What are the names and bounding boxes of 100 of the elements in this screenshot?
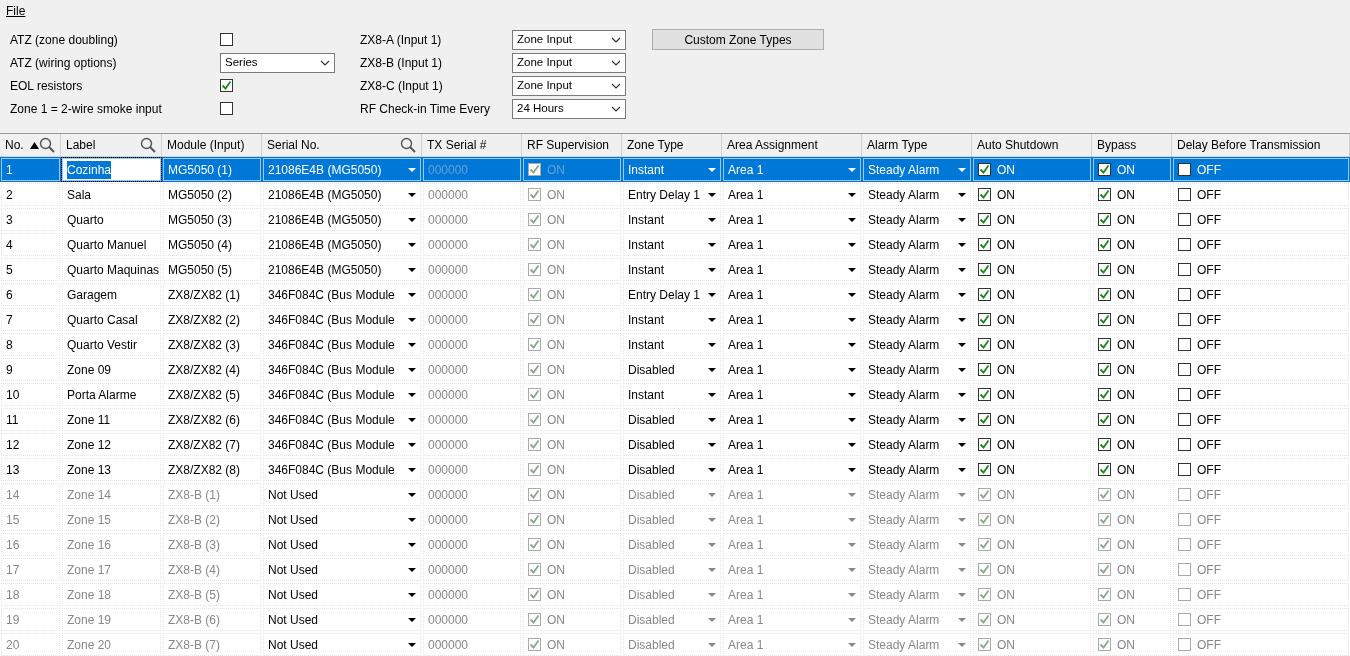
column-header[interactable]: Auto Shutdown <box>972 134 1092 157</box>
checkbox[interactable] <box>978 413 991 426</box>
checkbox[interactable] <box>1178 413 1191 426</box>
checkbox[interactable] <box>1098 288 1111 301</box>
column-header[interactable]: Alarm Type <box>862 134 972 157</box>
checkbox[interactable] <box>1098 338 1111 351</box>
dropdown-cell[interactable]: Area 1 <box>723 333 861 356</box>
table-row[interactable]: 9 Zone 09 ZX8/ZX82 (4) 346F084C (Bus Module 000000 ON Disabled Area 1 Steady Alarm ON ON OFF <box>0 357 1350 382</box>
checkbox[interactable] <box>220 102 233 115</box>
checkbox[interactable] <box>1098 263 1111 276</box>
table-row[interactable]: 6 Garagem ZX8/ZX82 (1) 346F084C (Bus Module 000000 ON Entry Delay 1 Area 1 Steady Alarm ON ON OFF <box>0 282 1350 307</box>
checkbox[interactable] <box>1098 188 1111 201</box>
checkbox[interactable] <box>1098 363 1111 376</box>
dropdown-cell[interactable]: 346F084C (Bus Module <box>263 408 421 431</box>
dropdown-cell[interactable]: Instant <box>623 208 721 231</box>
dropdown-cell[interactable]: Instant <box>623 233 721 256</box>
dropdown-cell[interactable]: Area 1 <box>723 308 861 331</box>
checkbox[interactable] <box>1098 213 1111 226</box>
dropdown-cell[interactable]: Entry Delay 1 <box>623 183 721 206</box>
checkbox[interactable] <box>978 363 991 376</box>
column-header[interactable]: Module (Input) <box>162 134 262 157</box>
dropdown-cell[interactable]: Steady Alarm <box>863 383 971 406</box>
dropdown-cell[interactable]: Steady Alarm <box>863 258 971 281</box>
checkbox[interactable] <box>1178 213 1191 226</box>
table-row[interactable]: 8 Quarto Vestir ZX8/ZX82 (3) 346F084C (Bus Module 000000 ON Instant Area 1 Steady Alarm ON ON OFF <box>0 332 1350 357</box>
dropdown-cell[interactable]: Instant <box>623 308 721 331</box>
dropdown-cell[interactable]: 346F084C (Bus Module <box>263 433 421 456</box>
dropdown-cell[interactable]: Area 1 <box>723 358 861 381</box>
dropdown-cell[interactable]: 346F084C (Bus Module <box>263 358 421 381</box>
checkbox[interactable] <box>1178 288 1191 301</box>
checkbox[interactable] <box>1178 438 1191 451</box>
checkbox[interactable] <box>978 238 991 251</box>
menu-item[interactable]: File <box>6 4 26 18</box>
dropdown-cell[interactable]: Entry Delay 1 <box>623 283 721 306</box>
column-header[interactable]: No. <box>0 134 61 157</box>
dropdown-cell[interactable]: Disabled <box>623 433 721 456</box>
column-header[interactable]: Zone Type <box>622 134 722 157</box>
dropdown-cell[interactable]: Steady Alarm <box>863 283 971 306</box>
dropdown-cell[interactable]: 346F084C (Bus Module <box>263 458 421 481</box>
dropdown-cell[interactable]: Area 1 <box>723 433 861 456</box>
dropdown-cell[interactable]: Area 1 <box>723 233 861 256</box>
dropdown-cell[interactable]: Disabled <box>623 408 721 431</box>
checkbox[interactable] <box>528 438 541 451</box>
checkbox[interactable] <box>978 213 991 226</box>
checkbox[interactable] <box>1178 388 1191 401</box>
dropdown-cell[interactable]: Instant <box>623 258 721 281</box>
dropdown-cell[interactable]: Area 1 <box>723 158 861 181</box>
dropdown-cell[interactable]: Steady Alarm <box>863 183 971 206</box>
checkbox[interactable] <box>1178 263 1191 276</box>
checkbox[interactable] <box>1098 313 1111 326</box>
checkbox[interactable] <box>978 313 991 326</box>
dropdown-cell[interactable]: Instant <box>623 333 721 356</box>
dropdown-cell[interactable]: Steady Alarm <box>863 233 971 256</box>
dropdown-cell[interactable]: 346F084C (Bus Module <box>263 383 421 406</box>
dropdown-cell[interactable]: Steady Alarm <box>863 358 971 381</box>
checkbox[interactable] <box>528 388 541 401</box>
column-header[interactable]: RF Supervision <box>522 134 622 157</box>
dropdown-cell[interactable]: Disabled <box>623 458 721 481</box>
checkbox[interactable] <box>528 313 541 326</box>
dropdown-cell[interactable]: 21086E4B (MG5050) <box>263 258 421 281</box>
column-header[interactable]: Serial No. <box>262 134 422 157</box>
checkbox[interactable] <box>220 33 233 46</box>
dropdown-cell[interactable]: Instant <box>623 383 721 406</box>
dropdown-cell[interactable]: Steady Alarm <box>863 458 971 481</box>
checkbox[interactable] <box>1098 388 1111 401</box>
dropdown-cell[interactable]: Steady Alarm <box>863 158 971 181</box>
dropdown-cell[interactable]: 346F084C (Bus Module <box>263 333 421 356</box>
table-row[interactable]: 7 Quarto Casal ZX8/ZX82 (2) 346F084C (Bus Module 000000 ON Instant Area 1 Steady Alarm ON ON OFF <box>0 307 1350 332</box>
dropdown[interactable]: Zone Input <box>512 29 626 50</box>
column-header[interactable]: TX Serial # <box>422 134 522 157</box>
checkbox[interactable] <box>978 263 991 276</box>
checkbox[interactable] <box>978 288 991 301</box>
dropdown[interactable]: Zone Input <box>512 75 626 96</box>
checkbox[interactable] <box>528 213 541 226</box>
checkbox[interactable] <box>978 438 991 451</box>
table-row[interactable]: 5 Quarto Maquinas MG5050 (5) 21086E4B (MG5050) 000000 ON Instant Area 1 Steady Alarm ON ON OFF <box>0 257 1350 282</box>
checkbox[interactable] <box>1178 188 1191 201</box>
checkbox[interactable] <box>1178 313 1191 326</box>
dropdown-cell[interactable]: 21086E4B (MG5050) <box>263 233 421 256</box>
dropdown-cell[interactable]: Disabled <box>623 358 721 381</box>
column-header[interactable]: Area Assignment <box>722 134 862 157</box>
checkbox[interactable] <box>978 163 991 176</box>
dropdown-cell[interactable]: Steady Alarm <box>863 433 971 456</box>
table-row[interactable]: 13 Zone 13 ZX8/ZX82 (8) 346F084C (Bus Module 000000 ON Disabled Area 1 Steady Alarm ON ON OFF <box>0 457 1350 482</box>
checkbox[interactable] <box>1098 438 1111 451</box>
checkbox[interactable] <box>978 188 991 201</box>
checkbox[interactable] <box>1098 413 1111 426</box>
dropdown-cell[interactable]: Steady Alarm <box>863 208 971 231</box>
table-row[interactable]: 1 Cozinha MG5050 (1) 21086E4B (MG5050) 000000 ON Instant Area 1 Steady Alarm ON ON OFF <box>0 157 1350 182</box>
dropdown-cell[interactable]: Area 1 <box>723 208 861 231</box>
checkbox[interactable] <box>978 463 991 476</box>
checkbox[interactable] <box>1098 163 1111 176</box>
dropdown-cell[interactable]: 21086E4B (MG5050) <box>263 183 421 206</box>
dropdown-cell[interactable]: 21086E4B (MG5050) <box>263 158 421 181</box>
dropdown[interactable]: 24 Hours <box>512 98 626 119</box>
custom-zone-types-button[interactable]: Custom Zone Types <box>652 29 824 50</box>
checkbox[interactable] <box>1178 238 1191 251</box>
checkbox[interactable] <box>1178 363 1191 376</box>
dropdown[interactable]: Series <box>220 52 335 73</box>
checkbox[interactable] <box>528 288 541 301</box>
